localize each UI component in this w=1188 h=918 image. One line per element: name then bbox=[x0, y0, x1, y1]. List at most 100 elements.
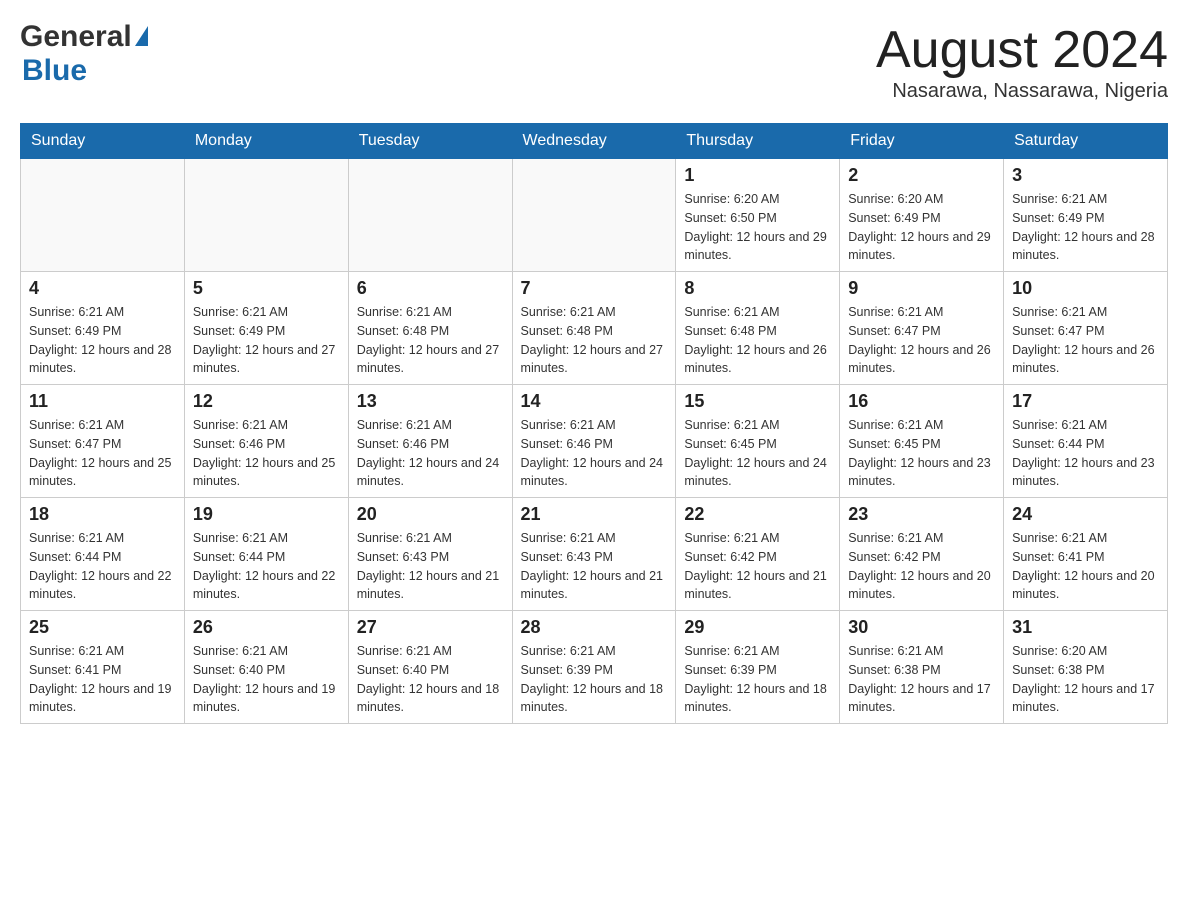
calendar-cell-2-5: 8Sunrise: 6:21 AMSunset: 6:48 PMDaylight… bbox=[676, 272, 840, 385]
day-info: Sunrise: 6:21 AMSunset: 6:47 PMDaylight:… bbox=[29, 416, 176, 491]
calendar-cell-4-7: 24Sunrise: 6:21 AMSunset: 6:41 PMDayligh… bbox=[1004, 498, 1168, 611]
calendar-week-5: 25 Sunrise: 6:21 AMSunset: 6:41 PMDayligh… bbox=[21, 611, 1168, 724]
col-header-tuesday: Tuesday bbox=[348, 124, 512, 159]
calendar-cell-3-2: 12Sunrise: 6:21 AMSunset: 6:46 PMDayligh… bbox=[184, 385, 348, 498]
calendar-cell-4-2: 19 Sunrise: 6:21 AMSunset: 6:44 PMDayligh… bbox=[184, 498, 348, 611]
day-number: 29 bbox=[684, 617, 831, 638]
day-info: Sunrise: 6:21 AMSunset: 6:39 PMDaylight:… bbox=[684, 642, 831, 717]
day-number: 19 bbox=[193, 504, 340, 525]
day-number: 16 bbox=[848, 391, 995, 412]
calendar-cell-1-5: 1Sunrise: 6:20 AMSunset: 6:50 PMDaylight… bbox=[676, 159, 840, 272]
day-number: 22 bbox=[684, 504, 831, 525]
day-info: Sunrise: 6:21 AMSunset: 6:45 PMDaylight:… bbox=[684, 416, 831, 491]
calendar-cell-5-5: 29 Sunrise: 6:21 AMSunset: 6:39 PMDayligh… bbox=[676, 611, 840, 724]
day-number: 4 bbox=[29, 278, 176, 299]
day-info: Sunrise: 6:21 AMSunset: 6:46 PMDaylight:… bbox=[357, 416, 504, 491]
day-info: Sunrise: 6:21 AMSunset: 6:40 PMDaylight:… bbox=[357, 642, 504, 717]
day-info: Sunrise: 6:21 AMSunset: 6:44 PMDaylight:… bbox=[1012, 416, 1159, 491]
calendar-cell-2-3: 6 Sunrise: 6:21 AMSunset: 6:48 PMDaylight… bbox=[348, 272, 512, 385]
day-number: 10 bbox=[1012, 278, 1159, 299]
day-info: Sunrise: 6:21 AMSunset: 6:43 PMDaylight:… bbox=[357, 529, 504, 604]
calendar-cell-5-6: 30 Sunrise: 6:21 AMSunset: 6:38 PMDayligh… bbox=[840, 611, 1004, 724]
day-info: Sunrise: 6:21 AMSunset: 6:48 PMDaylight:… bbox=[357, 303, 504, 378]
calendar-cell-2-2: 5 Sunrise: 6:21 AMSunset: 6:49 PMDaylight… bbox=[184, 272, 348, 385]
day-info: Sunrise: 6:20 AMSunset: 6:50 PMDaylight:… bbox=[684, 190, 831, 265]
day-number: 27 bbox=[357, 617, 504, 638]
month-title: August 2024 bbox=[876, 20, 1168, 80]
day-info: Sunrise: 6:20 AMSunset: 6:38 PMDaylight:… bbox=[1012, 642, 1159, 717]
calendar-cell-1-3 bbox=[348, 159, 512, 272]
calendar-cell-2-7: 10 Sunrise: 6:21 AMSunset: 6:47 PMDayligh… bbox=[1004, 272, 1168, 385]
title-area: August 2024 Nasarawa, Nassarawa, Nigeria bbox=[876, 20, 1168, 103]
col-header-thursday: Thursday bbox=[676, 124, 840, 159]
calendar-cell-3-3: 13 Sunrise: 6:21 AMSunset: 6:46 PMDayligh… bbox=[348, 385, 512, 498]
day-number: 5 bbox=[193, 278, 340, 299]
calendar-cell-3-4: 14Sunrise: 6:21 AMSunset: 6:46 PMDayligh… bbox=[512, 385, 676, 498]
day-info: Sunrise: 6:21 AMSunset: 6:47 PMDaylight:… bbox=[1012, 303, 1159, 378]
calendar-cell-5-2: 26 Sunrise: 6:21 AMSunset: 6:40 PMDayligh… bbox=[184, 611, 348, 724]
logo: General Blue bbox=[20, 20, 148, 88]
day-info: Sunrise: 6:21 AMSunset: 6:45 PMDaylight:… bbox=[848, 416, 995, 491]
calendar-cell-5-7: 31 Sunrise: 6:20 AMSunset: 6:38 PMDayligh… bbox=[1004, 611, 1168, 724]
calendar-table: SundayMondayTuesdayWednesdayThursdayFrid… bbox=[20, 123, 1168, 724]
day-info: Sunrise: 6:21 AMSunset: 6:40 PMDaylight:… bbox=[193, 642, 340, 717]
day-number: 30 bbox=[848, 617, 995, 638]
logo-blue-text: Blue bbox=[22, 54, 87, 88]
day-number: 17 bbox=[1012, 391, 1159, 412]
calendar-cell-4-3: 20 Sunrise: 6:21 AMSunset: 6:43 PMDayligh… bbox=[348, 498, 512, 611]
day-number: 13 bbox=[357, 391, 504, 412]
day-number: 15 bbox=[684, 391, 831, 412]
day-number: 18 bbox=[29, 504, 176, 525]
col-header-friday: Friday bbox=[840, 124, 1004, 159]
calendar-week-2: 4 Sunrise: 6:21 AMSunset: 6:49 PMDaylight… bbox=[21, 272, 1168, 385]
logo-triangle-icon bbox=[135, 26, 148, 46]
day-info: Sunrise: 6:20 AMSunset: 6:49 PMDaylight:… bbox=[848, 190, 995, 265]
day-info: Sunrise: 6:21 AMSunset: 6:47 PMDaylight:… bbox=[848, 303, 995, 378]
calendar-cell-4-4: 21 Sunrise: 6:21 AMSunset: 6:43 PMDayligh… bbox=[512, 498, 676, 611]
day-info: Sunrise: 6:21 AMSunset: 6:49 PMDaylight:… bbox=[193, 303, 340, 378]
calendar-cell-3-5: 15 Sunrise: 6:21 AMSunset: 6:45 PMDayligh… bbox=[676, 385, 840, 498]
day-info: Sunrise: 6:21 AMSunset: 6:38 PMDaylight:… bbox=[848, 642, 995, 717]
day-number: 20 bbox=[357, 504, 504, 525]
calendar-cell-3-7: 17 Sunrise: 6:21 AMSunset: 6:44 PMDayligh… bbox=[1004, 385, 1168, 498]
day-number: 6 bbox=[357, 278, 504, 299]
calendar-cell-3-1: 11 Sunrise: 6:21 AMSunset: 6:47 PMDayligh… bbox=[21, 385, 185, 498]
day-info: Sunrise: 6:21 AMSunset: 6:44 PMDaylight:… bbox=[193, 529, 340, 604]
day-info: Sunrise: 6:21 AMSunset: 6:43 PMDaylight:… bbox=[521, 529, 668, 604]
calendar-week-4: 18 Sunrise: 6:21 AMSunset: 6:44 PMDayligh… bbox=[21, 498, 1168, 611]
col-header-monday: Monday bbox=[184, 124, 348, 159]
day-info: Sunrise: 6:21 AMSunset: 6:49 PMDaylight:… bbox=[29, 303, 176, 378]
location-text: Nasarawa, Nassarawa, Nigeria bbox=[876, 80, 1168, 103]
calendar-cell-4-1: 18 Sunrise: 6:21 AMSunset: 6:44 PMDayligh… bbox=[21, 498, 185, 611]
day-info: Sunrise: 6:21 AMSunset: 6:48 PMDaylight:… bbox=[521, 303, 668, 378]
logo-general-text: General bbox=[20, 20, 132, 54]
calendar-cell-1-7: 3 Sunrise: 6:21 AMSunset: 6:49 PMDaylight… bbox=[1004, 159, 1168, 272]
day-info: Sunrise: 6:21 AMSunset: 6:42 PMDaylight:… bbox=[684, 529, 831, 604]
calendar-week-3: 11 Sunrise: 6:21 AMSunset: 6:47 PMDayligh… bbox=[21, 385, 1168, 498]
day-info: Sunrise: 6:21 AMSunset: 6:44 PMDaylight:… bbox=[29, 529, 176, 604]
day-number: 31 bbox=[1012, 617, 1159, 638]
day-info: Sunrise: 6:21 AMSunset: 6:49 PMDaylight:… bbox=[1012, 190, 1159, 265]
day-number: 24 bbox=[1012, 504, 1159, 525]
day-number: 11 bbox=[29, 391, 176, 412]
day-info: Sunrise: 6:21 AMSunset: 6:46 PMDaylight:… bbox=[193, 416, 340, 491]
day-number: 26 bbox=[193, 617, 340, 638]
day-info: Sunrise: 6:21 AMSunset: 6:42 PMDaylight:… bbox=[848, 529, 995, 604]
calendar-week-1: 1Sunrise: 6:20 AMSunset: 6:50 PMDaylight… bbox=[21, 159, 1168, 272]
day-number: 21 bbox=[521, 504, 668, 525]
calendar-cell-5-3: 27 Sunrise: 6:21 AMSunset: 6:40 PMDayligh… bbox=[348, 611, 512, 724]
calendar-cell-2-1: 4 Sunrise: 6:21 AMSunset: 6:49 PMDaylight… bbox=[21, 272, 185, 385]
day-number: 14 bbox=[521, 391, 668, 412]
calendar-cell-1-1 bbox=[21, 159, 185, 272]
col-header-sunday: Sunday bbox=[21, 124, 185, 159]
day-number: 3 bbox=[1012, 165, 1159, 186]
calendar-cell-5-4: 28Sunrise: 6:21 AMSunset: 6:39 PMDayligh… bbox=[512, 611, 676, 724]
day-info: Sunrise: 6:21 AMSunset: 6:48 PMDaylight:… bbox=[684, 303, 831, 378]
day-info: Sunrise: 6:21 AMSunset: 6:41 PMDaylight:… bbox=[29, 642, 176, 717]
calendar-cell-1-2 bbox=[184, 159, 348, 272]
day-number: 7 bbox=[521, 278, 668, 299]
day-number: 23 bbox=[848, 504, 995, 525]
day-number: 25 bbox=[29, 617, 176, 638]
calendar-cell-1-4 bbox=[512, 159, 676, 272]
calendar-cell-5-1: 25 Sunrise: 6:21 AMSunset: 6:41 PMDayligh… bbox=[21, 611, 185, 724]
